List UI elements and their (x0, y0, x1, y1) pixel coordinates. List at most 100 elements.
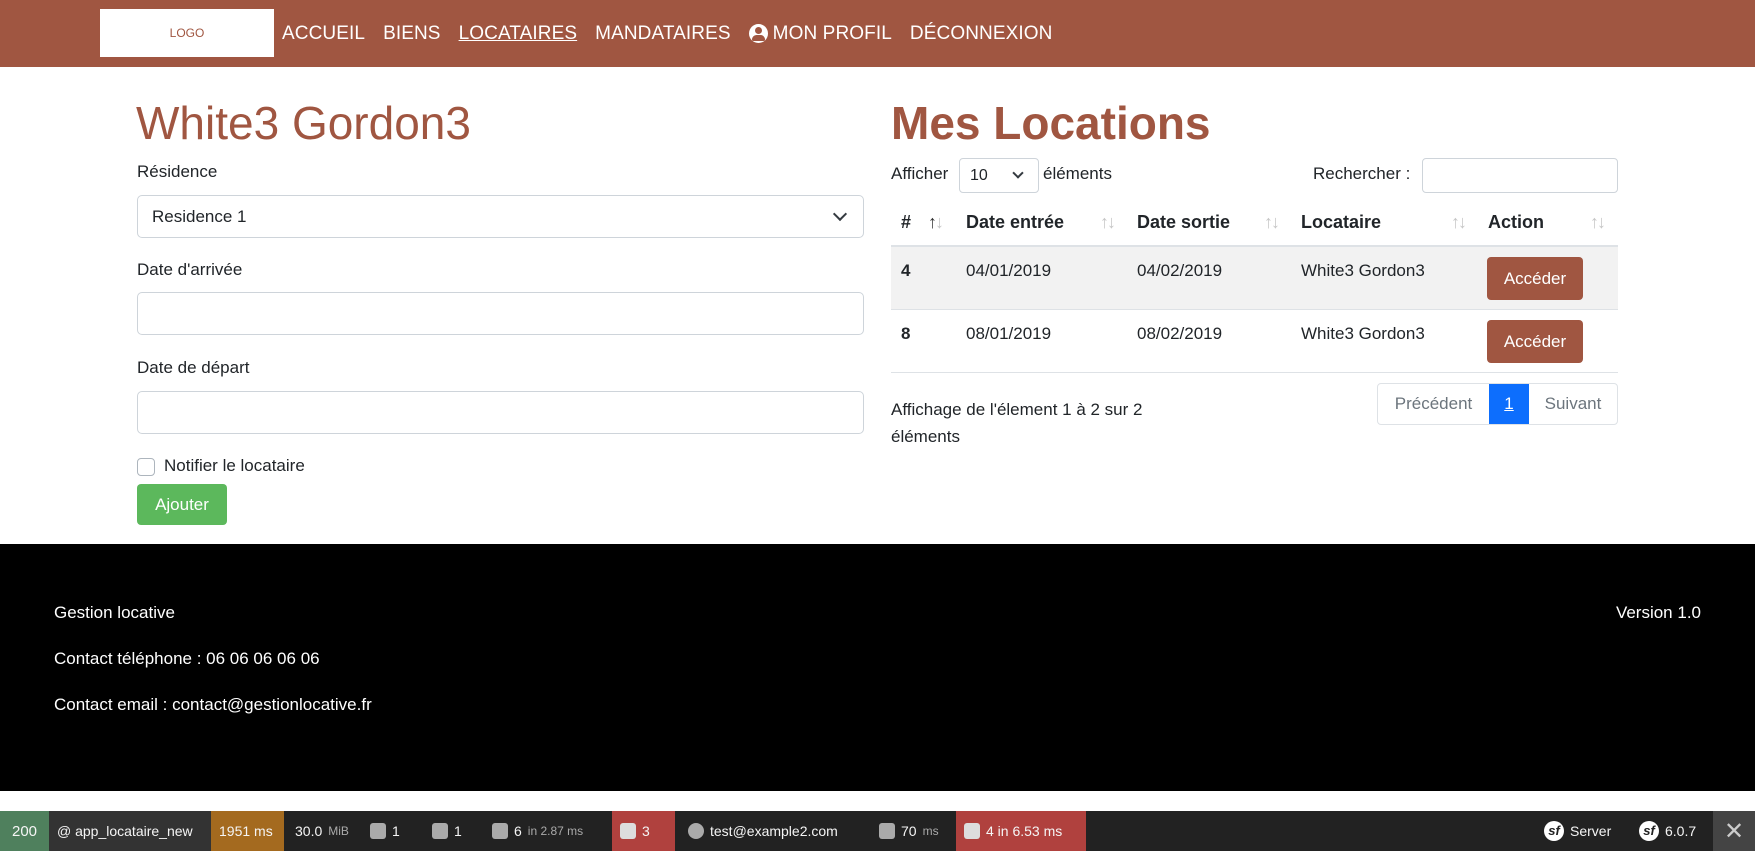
twig-panel[interactable]: 70 ms (871, 811, 947, 851)
logo-text: LOGO (169, 26, 205, 40)
footer-phone: Contact téléphone : 06 06 06 06 06 (54, 649, 320, 668)
footer-version: Version 1.0 (1615, 603, 1701, 622)
residence-selected-value: Residence 1 (152, 207, 247, 226)
sort-icon[interactable]: ↑↓ (1264, 212, 1280, 233)
user-email: test@example2.com (710, 823, 838, 839)
layers-icon (492, 823, 508, 839)
memory-usage[interactable]: 30.0 MiB (287, 811, 357, 851)
user-panel[interactable]: test@example2.com (680, 811, 846, 851)
symfony-version-panel[interactable]: sf 6.0.7 (1631, 811, 1704, 851)
server-panel[interactable]: sf Server (1536, 811, 1619, 851)
database-queries: 4 in 6.53 ms (986, 823, 1063, 839)
status-code[interactable]: 200 (0, 811, 49, 851)
close-icon[interactable]: ✕ (1713, 811, 1755, 851)
symfony-icon: sf (1544, 821, 1564, 841)
sort-icon[interactable]: ↑↓ (1590, 212, 1606, 233)
pagination-page-1[interactable]: 1 (1489, 384, 1529, 424)
table-row: 8 08/01/2019 08/02/2019 White3 Gordon3 A… (891, 310, 1618, 372)
acceder-button[interactable]: Accéder (1487, 257, 1583, 300)
column-header-locataire[interactable]: Locataire (1301, 212, 1381, 233)
twig-time: 70 (901, 823, 917, 839)
cell-date-entree: 08/01/2019 (966, 324, 1052, 343)
pagination-previous[interactable]: Précédent (1378, 384, 1489, 424)
memory-unit: MiB (328, 824, 349, 838)
translation-count: 3 (642, 823, 650, 839)
database-icon (964, 823, 980, 839)
residence-label: Résidence (137, 162, 218, 181)
row-divider (891, 372, 1618, 373)
nav-mon-profil[interactable]: MON PROFIL (748, 22, 892, 45)
request-time[interactable]: 1951 ms (211, 811, 284, 851)
translation-panel[interactable]: 3 (612, 811, 675, 851)
database-panel[interactable]: 4 in 6.53 ms (956, 811, 1086, 851)
twig-unit: ms (922, 824, 939, 838)
cell-date-sortie: 08/02/2019 (1137, 324, 1223, 343)
cell-date-sortie: 04/02/2019 (1137, 261, 1223, 280)
column-header-action[interactable]: Action (1488, 212, 1544, 233)
sort-icon[interactable]: ↑↓ (1451, 212, 1467, 233)
notify-label: Notifier le locataire (164, 456, 305, 475)
requests-count: 1 (392, 823, 400, 839)
nav-locataires[interactable]: LOCATAIRES (459, 23, 578, 45)
symfony-version: 6.0.7 (1665, 823, 1697, 839)
locations-title: Mes Locations (891, 97, 1211, 149)
nav-links: ACCUEIL BIENS LOCATAIRES MANDATAIRES MON… (282, 0, 1052, 67)
arrival-date-label: Date d'arrivée (137, 260, 243, 279)
arrival-date-input[interactable] (137, 292, 864, 335)
elements-label: éléments (1043, 164, 1112, 183)
departure-date-input[interactable] (137, 391, 864, 434)
forms-icon (370, 823, 386, 839)
column-header-date-entree[interactable]: Date entrée (966, 212, 1064, 233)
footer-email: Contact email : contact@gestionlocative.… (54, 695, 372, 714)
chevron-down-icon (832, 206, 848, 222)
sort-asc-icon[interactable]: ↑↓ (928, 212, 944, 233)
page-length-value: 10 (970, 167, 988, 184)
navbar: LOGO ACCUEIL BIENS LOCATAIRES MANDATAIRE… (0, 0, 1755, 67)
symfony-icon: sf (1639, 821, 1659, 841)
residence-select[interactable]: Residence 1 (137, 195, 864, 238)
pagination-next[interactable]: Suivant (1529, 384, 1617, 424)
search-label: Rechercher : (1313, 164, 1411, 183)
translation-icon (620, 823, 636, 839)
cell-id: 4 (901, 261, 911, 280)
twig-icon (879, 823, 895, 839)
user-icon (688, 823, 704, 839)
search-input[interactable] (1422, 158, 1618, 193)
chevron-down-icon (1012, 167, 1024, 179)
server-label: Server (1570, 823, 1612, 839)
sort-icon[interactable]: ↑↓ (1100, 212, 1116, 233)
column-header-id[interactable]: # (901, 212, 911, 233)
show-label: Afficher (891, 164, 949, 183)
nav-accueil[interactable]: ACCUEIL (282, 23, 365, 45)
requests-panel[interactable]: 1 (362, 811, 408, 851)
table-info: Affichage de l'élement 1 à 2 sur 2 éléme… (891, 400, 1143, 446)
cell-id: 8 (901, 324, 911, 343)
clipboard-icon (432, 823, 448, 839)
column-header-date-sortie[interactable]: Date sortie (1137, 212, 1230, 233)
cache-time: in 2.87 ms (527, 824, 584, 838)
footer: Gestion locative Contact téléphone : 06 … (0, 544, 1755, 791)
tenant-name-title: White3 Gordon3 (136, 97, 471, 149)
nav-deconnexion[interactable]: DÉCONNEXION (910, 23, 1053, 45)
logo[interactable]: LOGO (100, 9, 274, 57)
cell-locataire: White3 Gordon3 (1301, 261, 1425, 280)
logs-panel[interactable]: 1 (424, 811, 470, 851)
nav-mon-profil-label: MON PROFIL (772, 22, 892, 44)
page-length-select[interactable]: 10 (959, 158, 1039, 193)
add-button[interactable]: Ajouter (137, 484, 227, 525)
debug-toolbar: 200 @ app_locataire_new 1951 ms 30.0 MiB… (0, 811, 1755, 851)
route-name[interactable]: @ app_locataire_new (49, 811, 211, 851)
cache-panel[interactable]: 6 in 2.87 ms (484, 811, 591, 851)
nav-biens[interactable]: BIENS (383, 23, 441, 45)
user-circle-icon (748, 24, 768, 43)
cell-date-entree: 04/01/2019 (966, 261, 1052, 280)
pagination: Précédent 1 Suivant (1377, 383, 1618, 425)
nav-mandataires[interactable]: MANDATAIRES (595, 23, 731, 45)
footer-company: Gestion locative (54, 603, 175, 622)
table-row: 4 04/01/2019 04/02/2019 White3 Gordon3 A… (891, 247, 1618, 309)
acceder-button[interactable]: Accéder (1487, 320, 1583, 363)
departure-date-label: Date de départ (137, 358, 250, 377)
cache-count: 6 (514, 823, 522, 839)
notify-checkbox[interactable] (137, 458, 155, 476)
cell-locataire: White3 Gordon3 (1301, 324, 1425, 343)
